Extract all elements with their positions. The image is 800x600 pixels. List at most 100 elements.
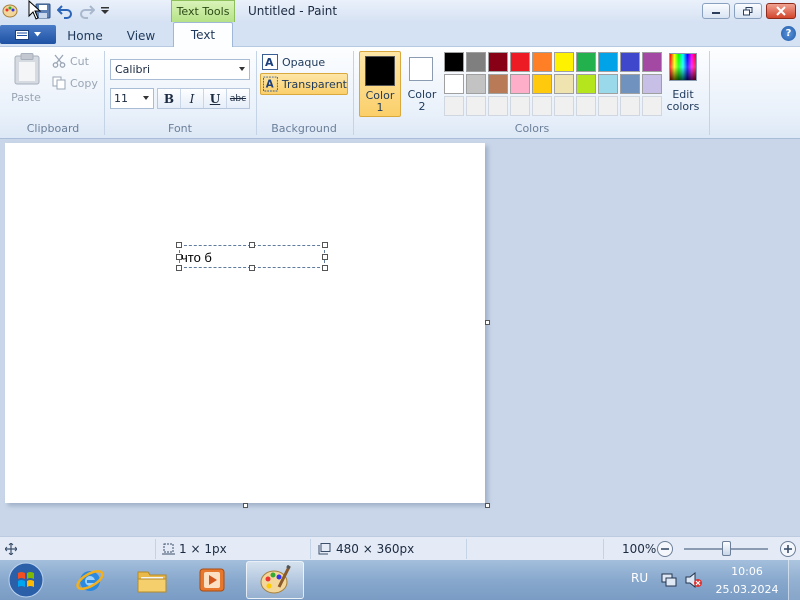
strikethrough-button[interactable]: abc — [227, 89, 249, 108]
taskbar-explorer[interactable] — [124, 561, 180, 599]
group-separator — [353, 51, 354, 135]
group-separator — [709, 51, 710, 135]
palette-color-swatch[interactable] — [510, 74, 530, 94]
text-box-handle[interactable] — [176, 254, 182, 260]
paint-palette-icon — [260, 565, 291, 594]
status-separator — [155, 539, 156, 559]
palette-color-swatch[interactable] — [444, 96, 464, 116]
transparent-label: Transparent — [281, 77, 347, 91]
italic-button[interactable]: I — [181, 89, 204, 108]
palette-color-swatch[interactable] — [620, 52, 640, 72]
selection-size: 1 × 1px — [179, 542, 227, 556]
font-style-toolbar: B I U abc — [157, 88, 250, 109]
palette-color-swatch[interactable] — [576, 74, 596, 94]
language-indicator[interactable]: RU — [631, 571, 648, 585]
canvas-resize-handle-corner[interactable] — [485, 503, 490, 508]
copy-button[interactable]: Copy — [52, 75, 98, 91]
palette-color-swatch[interactable] — [510, 96, 530, 116]
palette-color-swatch[interactable] — [554, 96, 574, 116]
palette-color-swatch[interactable] — [444, 52, 464, 72]
group-separator — [104, 51, 105, 135]
taskbar-internet-explorer[interactable] — [62, 561, 118, 599]
palette-color-swatch[interactable] — [466, 96, 486, 116]
palette-color-swatch[interactable] — [576, 52, 596, 72]
svg-text:A: A — [265, 56, 274, 69]
chevron-down-icon — [143, 96, 149, 100]
underline-button[interactable]: U — [204, 89, 227, 108]
paint-app-icon[interactable] — [2, 3, 18, 19]
text-box-handle[interactable] — [249, 265, 255, 271]
zoom-in-button[interactable] — [780, 541, 796, 557]
color2-button[interactable]: Color 2 — [403, 51, 441, 117]
minimize-button[interactable] — [702, 3, 730, 19]
palette-color-swatch[interactable] — [532, 52, 552, 72]
font-size-select[interactable]: 11 — [110, 88, 154, 109]
palette-color-swatch[interactable] — [488, 96, 508, 116]
palette-color-swatch[interactable] — [532, 96, 552, 116]
background-group-label: Background — [271, 122, 337, 135]
palette-color-swatch[interactable] — [642, 96, 662, 116]
text-box-handle[interactable] — [322, 265, 328, 271]
tab-text[interactable]: Text — [173, 22, 233, 47]
text-box-handle[interactable] — [322, 242, 328, 248]
paint-menu-button[interactable] — [0, 25, 56, 44]
network-icon[interactable] — [661, 572, 677, 588]
font-family-select[interactable]: Calibri — [110, 59, 250, 80]
palette-color-swatch[interactable] — [620, 74, 640, 94]
palette-color-swatch[interactable] — [444, 74, 464, 94]
help-icon[interactable]: ? — [781, 26, 796, 41]
taskbar-media-player[interactable] — [184, 561, 240, 599]
quick-access-dropdown-icon[interactable] — [99, 4, 111, 18]
palette-color-swatch[interactable] — [466, 74, 486, 94]
palette-color-swatch[interactable] — [510, 52, 530, 72]
folder-icon — [137, 571, 167, 593]
edit-colors-label: Edit colors — [666, 88, 700, 113]
show-desktop-button[interactable] — [788, 560, 800, 600]
edit-colors-button[interactable]: Edit colors — [665, 51, 703, 117]
zoom-slider-thumb[interactable] — [722, 541, 731, 556]
canvas-resize-handle-right[interactable] — [485, 320, 490, 325]
palette-color-swatch[interactable] — [642, 52, 662, 72]
palette-color-swatch[interactable] — [620, 96, 640, 116]
undo-icon[interactable] — [56, 2, 74, 20]
text-box-handle[interactable] — [249, 242, 255, 248]
bold-button[interactable]: B — [158, 89, 181, 108]
transparent-button[interactable]: A Transparent — [260, 73, 348, 95]
palette-color-swatch[interactable] — [554, 52, 574, 72]
palette-color-swatch[interactable] — [466, 52, 486, 72]
text-box-handle[interactable] — [176, 242, 182, 248]
canvas-resize-handle-bottom[interactable] — [243, 503, 248, 508]
palette-color-swatch[interactable] — [598, 52, 618, 72]
palette-color-swatch[interactable] — [598, 74, 618, 94]
opaque-button[interactable]: A Opaque — [262, 52, 325, 72]
redo-icon[interactable] — [78, 2, 96, 20]
start-button[interactable] — [4, 561, 48, 599]
zoom-out-button[interactable] — [657, 541, 673, 557]
status-bar: 1 × 1px 480 × 360px 100% — [0, 536, 800, 560]
clock-time[interactable]: 10:06 — [714, 565, 780, 578]
palette-color-swatch[interactable] — [576, 96, 596, 116]
palette-color-swatch[interactable] — [488, 52, 508, 72]
text-box-handle[interactable] — [322, 254, 328, 260]
palette-color-swatch[interactable] — [532, 74, 552, 94]
svg-text:A: A — [266, 80, 274, 91]
clipboard-group-label: Clipboard — [26, 122, 80, 135]
cut-button[interactable]: Cut — [52, 53, 89, 69]
palette-color-swatch[interactable] — [554, 74, 574, 94]
volume-muted-icon[interactable] — [685, 572, 703, 588]
tab-home[interactable]: Home — [60, 25, 110, 46]
color1-button[interactable]: Color 1 — [359, 51, 401, 117]
drawing-canvas[interactable] — [5, 143, 485, 503]
mouse-cursor-icon — [27, 0, 43, 20]
palette-color-swatch[interactable] — [598, 96, 618, 116]
close-button[interactable] — [766, 3, 796, 19]
paste-label: Paste — [11, 91, 41, 104]
clock-date[interactable]: 25.03.2024 — [710, 583, 784, 596]
restore-button[interactable] — [734, 3, 762, 19]
taskbar-paint[interactable] — [246, 561, 304, 599]
text-box-handle[interactable] — [176, 265, 182, 271]
paste-button[interactable]: Paste — [8, 53, 44, 107]
palette-color-swatch[interactable] — [488, 74, 508, 94]
tab-view[interactable]: View — [114, 25, 168, 46]
palette-color-swatch[interactable] — [642, 74, 662, 94]
